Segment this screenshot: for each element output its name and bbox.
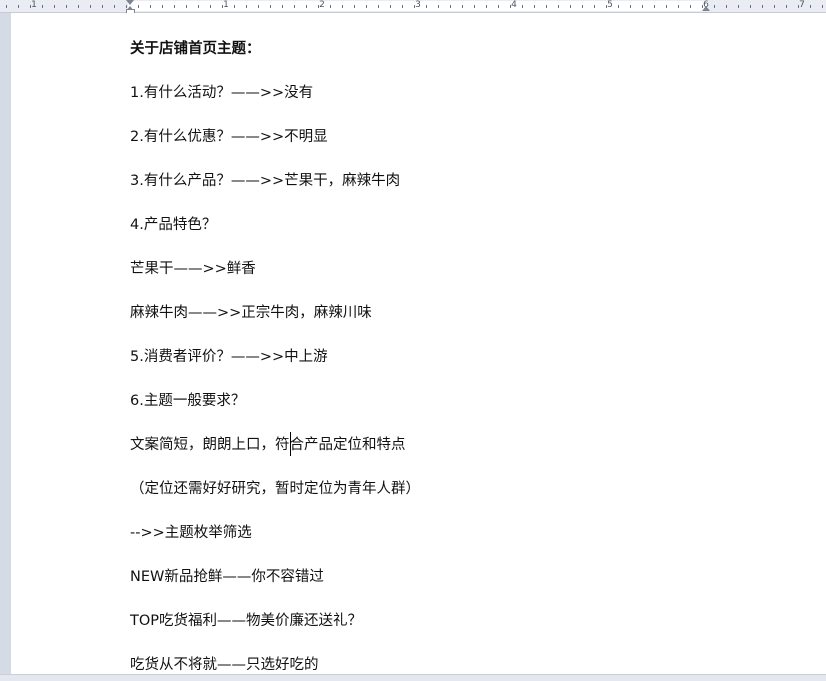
ruler-tick — [462, 5, 463, 8]
ruler-tick — [114, 5, 115, 8]
ruler-tick — [198, 5, 199, 8]
ruler-tick — [174, 5, 175, 8]
ruler-tick — [678, 5, 679, 8]
ruler-tick — [150, 5, 151, 8]
ruler-tick — [438, 5, 439, 8]
ruler-number-5: 5 — [607, 0, 613, 10]
ruler-number-1: 1 — [223, 0, 229, 10]
ruler-tick — [654, 5, 655, 8]
ruler-tick — [570, 5, 571, 8]
text-cursor — [290, 432, 291, 456]
doc-line-7[interactable]: 5.消费者评价？——>>中上游 — [130, 348, 328, 366]
ruler-tick — [6, 5, 7, 8]
ruler-tick — [822, 5, 823, 8]
ruler-tick — [486, 5, 487, 8]
ruler-tick — [582, 5, 583, 8]
ruler-tick — [90, 5, 91, 8]
ruler-tick — [630, 5, 631, 8]
ruler-tick — [354, 5, 355, 8]
doc-line-4[interactable]: 4.产品特色？ — [130, 216, 216, 234]
ruler-tick — [618, 5, 619, 8]
ruler-tick — [234, 5, 235, 8]
ruler-tick — [810, 5, 811, 8]
ruler-tick — [426, 5, 427, 8]
first-line-indent-marker[interactable] — [126, 0, 134, 5]
ruler-tick — [186, 5, 187, 8]
doc-line-2[interactable]: 2.有什么优惠？——>>不明显 — [130, 128, 328, 146]
doc-line-13[interactable]: TOP吃货福利——物美价廉还送礼？ — [130, 612, 362, 630]
ruler-tick — [402, 5, 403, 8]
ruler-tick — [18, 5, 19, 8]
ruler-tick — [534, 5, 535, 8]
ruler-tick — [474, 5, 475, 8]
doc-line-1[interactable]: 1.有什么活动？——>>没有 — [130, 84, 313, 102]
ruler-tick — [330, 5, 331, 8]
ruler-tick — [294, 5, 295, 8]
ruler-tick — [786, 5, 787, 8]
ruler-tick — [714, 5, 715, 8]
ruler-tick — [390, 5, 391, 8]
ruler-tick — [210, 5, 211, 8]
ruler-tick — [54, 5, 55, 8]
doc-line-14[interactable]: 吃货从不将就——只选好吃的 — [130, 656, 319, 674]
horizontal-ruler[interactable]: 1 1 2 3 4 5 6 7 — [0, 0, 826, 15]
right-indent-marker[interactable] — [702, 6, 710, 11]
ruler-tick — [546, 5, 547, 8]
ruler-tick — [738, 5, 739, 8]
ruler-tick — [366, 5, 367, 8]
ruler-tick — [522, 5, 523, 8]
ruler-tick — [594, 5, 595, 8]
ruler-tick — [450, 5, 451, 8]
ruler-tick — [246, 5, 247, 8]
ruler-tick — [258, 5, 259, 8]
ruler-tick — [774, 5, 775, 8]
ruler-tick — [342, 5, 343, 8]
doc-line-6[interactable]: 麻辣牛肉——>>正宗牛肉，麻辣川味 — [130, 304, 372, 322]
ruler-tick — [726, 5, 727, 8]
doc-line-9[interactable]: 文案简短，朗朗上口，符合产品定位和特点 — [130, 436, 406, 454]
ruler-number-left-1: 1 — [31, 0, 37, 10]
ruler-tick — [642, 5, 643, 8]
ruler-tick — [750, 5, 751, 8]
ruler-tick — [102, 5, 103, 8]
doc-line-8[interactable]: 6.主题一般要求？ — [130, 392, 245, 410]
ruler-number-7: 7 — [799, 0, 805, 10]
page-gutter — [0, 13, 11, 680]
ruler-tick — [78, 5, 79, 8]
ruler-tick — [666, 5, 667, 8]
doc-line-12[interactable]: NEW新品抢鲜——你不容错过 — [130, 568, 324, 586]
ruler-number-4: 4 — [511, 0, 517, 10]
doc-line-5[interactable]: 芒果干——>>鲜香 — [130, 260, 256, 278]
doc-line-3[interactable]: 3.有什么产品？——>>芒果干，麻辣牛肉 — [130, 172, 400, 190]
ruler-tick — [306, 5, 307, 8]
ruler-tick — [162, 5, 163, 8]
ruler-number-2: 2 — [319, 0, 325, 10]
ruler-tick — [42, 5, 43, 8]
doc-line-10[interactable]: （定位还需好好研究，暂时定位为青年人群） — [130, 480, 420, 498]
ruler-tick — [498, 5, 499, 8]
ruler-tick — [66, 5, 67, 8]
ruler-tick — [378, 5, 379, 8]
doc-heading[interactable]: 关于店铺首页主题： — [130, 40, 261, 58]
ruler-tick — [270, 5, 271, 8]
ruler-tick — [690, 5, 691, 8]
ruler-number-3: 3 — [415, 0, 421, 10]
ruler-tick — [282, 5, 283, 8]
ruler-tick — [558, 5, 559, 8]
doc-line-11[interactable]: -->>主题枚举筛选 — [130, 524, 252, 542]
ruler-tick — [138, 5, 139, 8]
ruler-tick — [762, 5, 763, 8]
